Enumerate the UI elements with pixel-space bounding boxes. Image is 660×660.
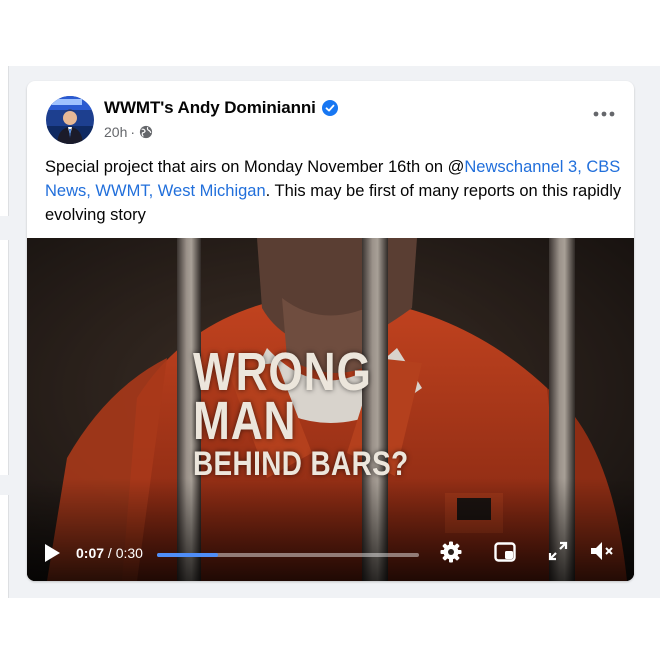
author-avatar[interactable]: [46, 96, 94, 144]
headline-line: WRONG: [193, 342, 372, 402]
headline-line: BEHIND BARS?: [193, 445, 409, 484]
separator-dot: ·: [130, 124, 136, 140]
play-icon[interactable]: [43, 543, 61, 568]
current-time: 0:07: [76, 545, 105, 561]
volume-muted-icon[interactable]: [589, 540, 615, 562]
progress-fill: [157, 553, 219, 557]
left-column-card: [0, 240, 9, 475]
feed-post: WWMT's Andy Dominianni 20h · Special pro…: [27, 81, 634, 581]
globe-icon: [139, 125, 153, 139]
post-timestamp[interactable]: 20h: [104, 124, 127, 140]
duration: / 0:30: [107, 545, 143, 561]
video-controls: 0:07 / 0:30: [27, 523, 634, 581]
post-caption: Special project that airs on Monday Nove…: [45, 155, 625, 227]
left-column-card: [0, 495, 9, 598]
picture-in-picture-icon[interactable]: [493, 540, 517, 564]
video-player[interactable]: WRONG MAN BEHIND BARS? 0:07 / 0:30: [27, 238, 634, 581]
more-options-icon[interactable]: [592, 105, 616, 123]
fullscreen-icon[interactable]: [547, 540, 569, 562]
caption-text: Special project that airs on Monday Nove…: [45, 158, 465, 176]
author-name[interactable]: WWMT's Andy Dominianni: [104, 98, 316, 118]
verified-badge-icon: [321, 100, 338, 116]
time-display: 0:07 / 0:30: [76, 545, 143, 561]
video-title-overlay: WRONG MAN BEHIND BARS?: [193, 342, 409, 484]
progress-bar[interactable]: [157, 553, 419, 557]
headline-line: MAN: [193, 390, 297, 451]
left-column-card: [0, 66, 9, 216]
gear-icon[interactable]: [439, 540, 463, 564]
